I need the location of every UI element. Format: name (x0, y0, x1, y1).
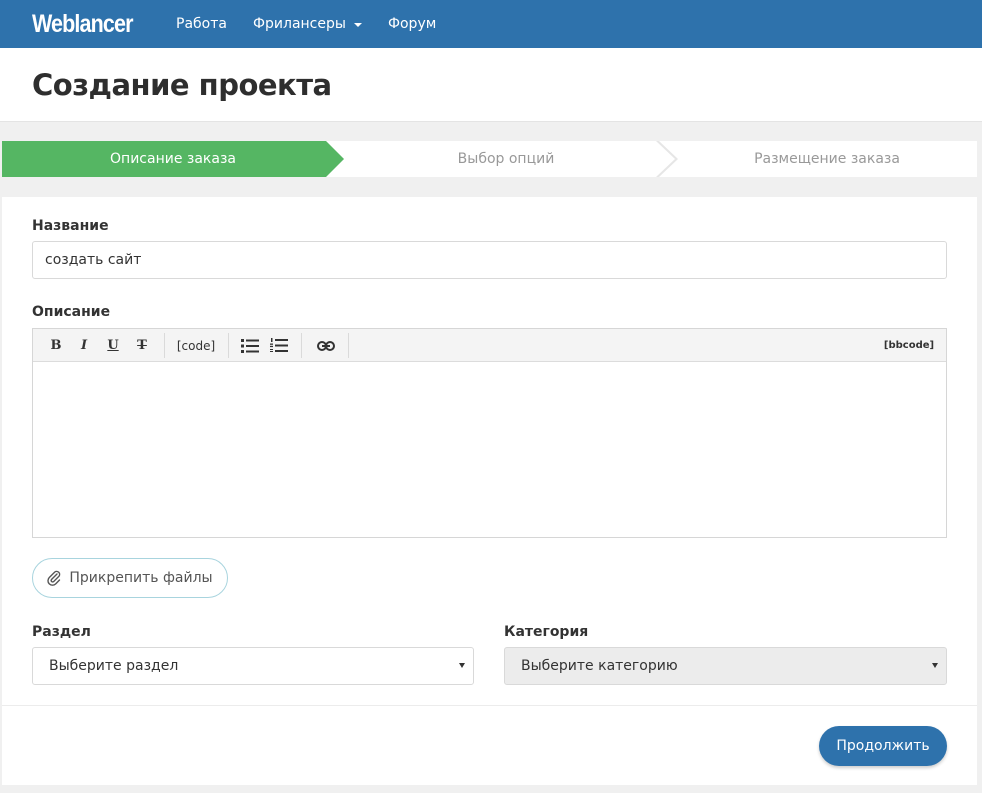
section-label: Раздел (32, 624, 91, 640)
section-select[interactable]: Выберите раздел (32, 647, 474, 685)
toolbar-separator (301, 333, 302, 358)
page-header: Создание проекта (0, 48, 982, 122)
brand-logo[interactable]: Weblancer (32, 10, 133, 39)
dropdown-arrow-icon (459, 663, 465, 668)
bullet-list-icon (241, 338, 259, 353)
continue-button[interactable]: Продолжить (819, 726, 947, 766)
attach-files-button[interactable]: Прикрепить файлы (32, 558, 228, 598)
caret-down-icon (353, 23, 362, 27)
description-label: Описание (32, 304, 111, 320)
name-input[interactable]: создать сайт (32, 241, 947, 279)
toolbar-separator (164, 333, 165, 358)
nav-link-work-label: Работа (176, 16, 227, 32)
nav-link-forum-label: Форум (387, 16, 437, 32)
bullet-list-button[interactable] (237, 329, 263, 362)
toolbar-separator (228, 333, 229, 358)
insert-link-button[interactable] (313, 329, 339, 362)
step-placement: Размещение заказа (657, 141, 977, 177)
strikethrough-button[interactable]: T (129, 329, 155, 362)
step-options: Выбор опций (326, 141, 676, 177)
wizard-steps: Размещение заказа Выбор опций Описание з… (2, 141, 977, 177)
link-icon (317, 340, 335, 351)
step-description-label: Описание заказа (110, 151, 236, 167)
step-placement-label: Размещение заказа (754, 151, 900, 167)
nav-link-freelancers-label: Фрилансеры (252, 16, 346, 32)
bbcode-toggle-button[interactable]: [bbcode] (881, 329, 937, 362)
paperclip-icon (47, 570, 61, 586)
editor-toolbar: B I U T [code] [bbcode] (33, 329, 946, 362)
page-title: Создание проекта (32, 68, 332, 102)
toolbar-separator (348, 333, 349, 358)
project-form: Название создать сайт Описание B I U T [… (2, 197, 977, 785)
section-select-value: Выберите раздел (49, 658, 179, 674)
underline-button[interactable]: U (100, 329, 126, 362)
code-button[interactable]: [code] (173, 329, 219, 362)
step-options-label: Выбор опций (457, 151, 555, 167)
numbered-list-button[interactable] (266, 329, 292, 362)
nav-link-freelancers[interactable]: Фрилансеры (253, 16, 362, 32)
nav-link-work[interactable]: Работа (176, 16, 227, 32)
category-select-value: Выберите категорию (521, 658, 678, 674)
description-textarea[interactable] (33, 362, 946, 537)
italic-button[interactable]: I (71, 329, 97, 362)
numbered-list-icon (270, 338, 288, 352)
form-divider (2, 705, 977, 706)
nav-link-forum[interactable]: Форум (388, 16, 436, 32)
attach-files-label: Прикрепить файлы (69, 570, 213, 586)
dropdown-arrow-icon (932, 663, 938, 668)
step-description: Описание заказа (2, 141, 344, 177)
category-label: Категория (504, 624, 589, 640)
bold-button[interactable]: B (43, 329, 69, 362)
category-select[interactable]: Выберите категорию (504, 647, 947, 685)
name-label: Название (32, 218, 109, 234)
top-navbar: Weblancer Работа Фрилансеры Форум (0, 0, 982, 48)
description-editor: B I U T [code] [bbcode] (32, 328, 947, 538)
